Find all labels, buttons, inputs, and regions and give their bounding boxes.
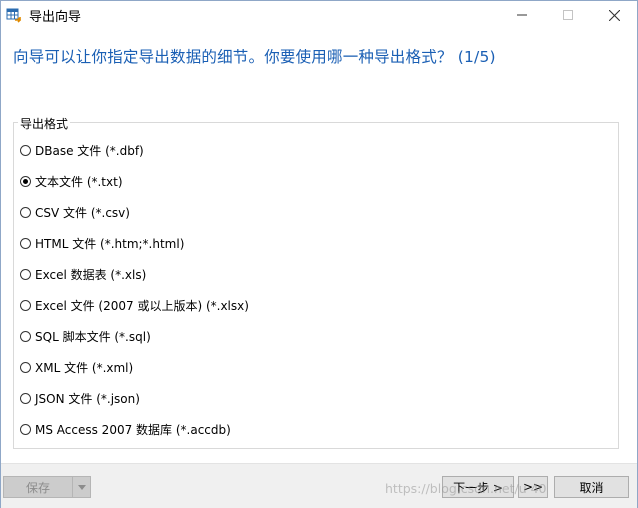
minimize-button[interactable] (499, 1, 545, 29)
close-button[interactable] (591, 1, 637, 29)
radio-button[interactable] (20, 144, 31, 156)
radio-label: JSON 文件 (*.json) (35, 391, 140, 406)
radio-option-sql[interactable]: SQL 脚本文件 (*.sql) (20, 327, 151, 345)
radio-label: DBase 文件 (*.dbf) (35, 143, 144, 158)
table-export-icon (6, 7, 22, 23)
radio-button[interactable] (20, 299, 31, 311)
radio-label: Excel 文件 (2007 或以上版本) (*.xlsx) (35, 298, 249, 313)
next-button[interactable]: 下一步 > (442, 476, 514, 498)
export-format-group: 导出格式 DBase 文件 (*.dbf) 文本文件 (*.txt) CSV 文… (13, 115, 619, 449)
save-split-button: 保存 (3, 476, 91, 498)
radio-option-dbf[interactable]: DBase 文件 (*.dbf) (20, 141, 144, 159)
save-button: 保存 (3, 476, 73, 498)
radio-button[interactable] (20, 361, 31, 373)
title-bar[interactable]: 导出向导 (1, 1, 637, 29)
radio-label: XML 文件 (*.xml) (35, 360, 134, 375)
radio-button[interactable] (20, 237, 31, 249)
close-icon (608, 9, 620, 21)
maximize-icon (563, 10, 573, 20)
save-dropdown-button (73, 476, 91, 498)
radio-button[interactable] (20, 423, 31, 435)
wizard-heading: 向导可以让你指定导出数据的细节。你要使用哪一种导出格式？ (1/5) (13, 48, 496, 66)
cancel-button[interactable]: 取消 (554, 476, 629, 498)
chevron-down-icon (77, 484, 86, 490)
radio-label: HTML 文件 (*.htm;*.html) (35, 236, 185, 251)
wizard-footer: 保存 下一步 > >> 取消 (1, 463, 637, 508)
radio-option-csv[interactable]: CSV 文件 (*.csv) (20, 203, 130, 221)
radio-option-json[interactable]: JSON 文件 (*.json) (20, 389, 140, 407)
group-label: 导出格式 (18, 115, 71, 132)
skip-to-end-button[interactable]: >> (518, 476, 548, 498)
maximize-button (545, 1, 591, 29)
radio-option-accdb[interactable]: MS Access 2007 数据库 (*.accdb) (20, 420, 231, 438)
window-title: 导出向导 (29, 10, 82, 25)
radio-label: 文本文件 (*.txt) (35, 174, 123, 189)
radio-option-xls[interactable]: Excel 数据表 (*.xls) (20, 265, 146, 283)
export-wizard-window: 导出向导 向导可以让你指定导出数据的细节。你要使用哪一种导出格式？ (1/5) … (0, 0, 638, 508)
radio-button[interactable] (20, 206, 31, 218)
radio-option-html[interactable]: HTML 文件 (*.htm;*.html) (20, 234, 184, 252)
radio-label: SQL 脚本文件 (*.sql) (35, 329, 151, 344)
radio-option-txt[interactable]: 文本文件 (*.txt) (20, 172, 123, 190)
radio-label: Excel 数据表 (*.xls) (35, 267, 147, 282)
radio-button[interactable] (20, 392, 31, 404)
radio-button[interactable] (20, 268, 31, 280)
radio-option-xml[interactable]: XML 文件 (*.xml) (20, 358, 133, 376)
radio-button[interactable] (20, 175, 31, 187)
minimize-icon (517, 14, 527, 16)
radio-button[interactable] (20, 330, 31, 342)
radio-option-xlsx[interactable]: Excel 文件 (2007 或以上版本) (*.xlsx) (20, 296, 249, 314)
radio-label: CSV 文件 (*.csv) (35, 205, 130, 220)
radio-label: MS Access 2007 数据库 (*.accdb) (35, 422, 231, 437)
